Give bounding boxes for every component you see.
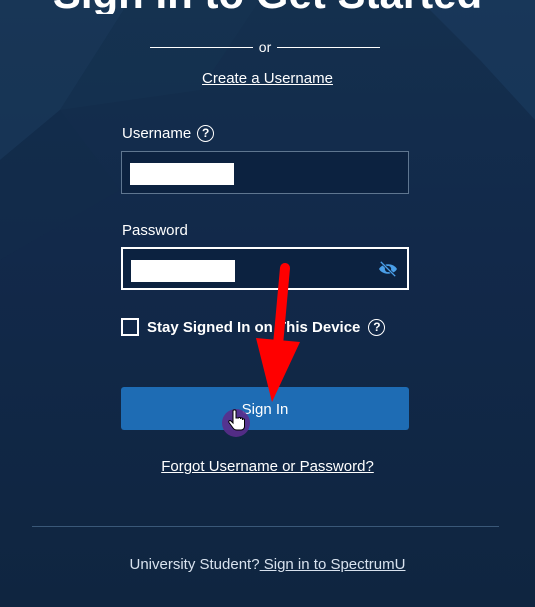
- sign-in-page: Sign In to Get Started or Create a Usern…: [0, 0, 535, 607]
- or-divider: or: [150, 38, 381, 56]
- footer-prefix: University Student?: [129, 556, 260, 573]
- hand-pointer-icon: [222, 409, 250, 437]
- question-circle-icon[interactable]: ?: [197, 125, 215, 142]
- footer-divider: [32, 526, 499, 527]
- footer: University Student? Sign in to SpectrumU: [0, 556, 535, 573]
- stay-signed-in-label[interactable]: Stay Signed In on This Device: [147, 319, 360, 336]
- background-pattern: [0, 0, 535, 260]
- password-label: Password: [122, 222, 188, 239]
- username-redacted-value: [130, 163, 234, 185]
- red-arrow-icon: [256, 263, 300, 402]
- password-label-row: Password: [122, 222, 188, 239]
- username-input[interactable]: [121, 151, 409, 194]
- divider-text: or: [258, 39, 272, 55]
- eye-slash-icon[interactable]: [377, 260, 399, 278]
- divider-line-right: [277, 46, 381, 48]
- stay-signed-in-checkbox[interactable]: [121, 318, 139, 336]
- username-label: Username: [122, 125, 192, 142]
- password-redacted-value: [131, 260, 235, 282]
- stay-signed-in-row: Stay Signed In on This Device ?: [121, 318, 386, 336]
- divider-line-left: [150, 46, 253, 48]
- password-input[interactable]: [121, 247, 409, 290]
- forgot-credentials-link[interactable]: Forgot Username or Password?: [0, 458, 535, 475]
- spectrumu-link[interactable]: Sign in to SpectrumU: [260, 556, 406, 573]
- question-circle-icon[interactable]: ?: [368, 318, 386, 336]
- page-title: Sign In to Get Started: [0, 0, 535, 14]
- username-label-row: Username ?: [122, 125, 215, 142]
- sign-in-button[interactable]: Sign In: [121, 387, 409, 430]
- create-username-link[interactable]: Create a Username: [0, 70, 535, 87]
